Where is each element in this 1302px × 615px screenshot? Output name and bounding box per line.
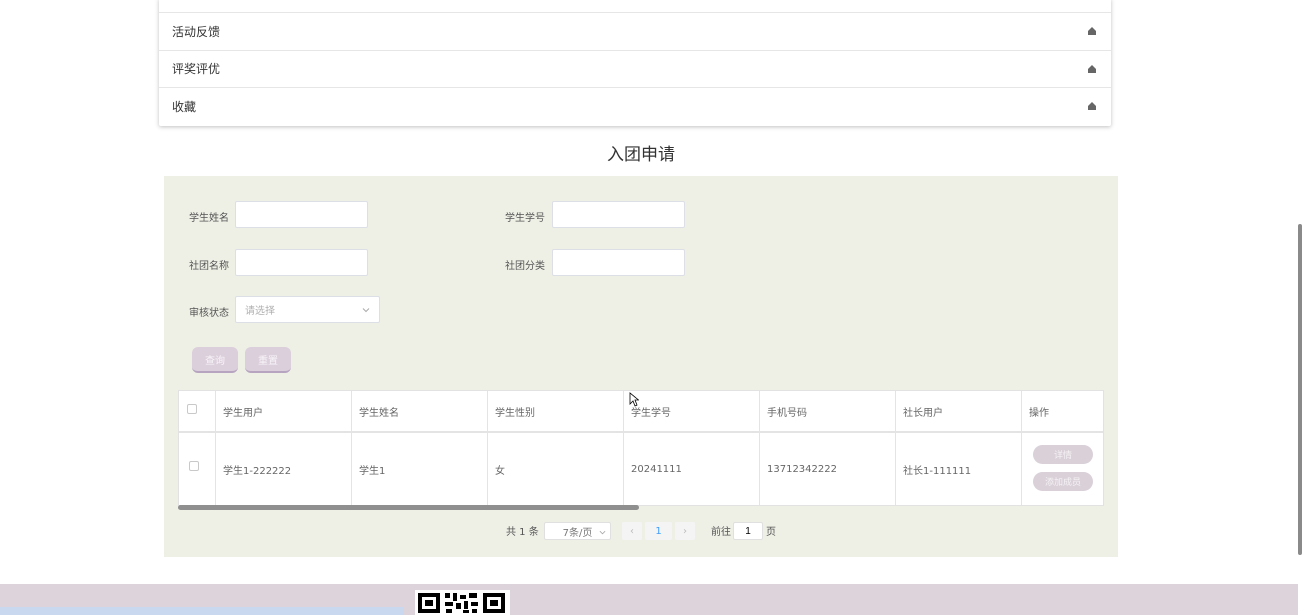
page-size-value: 7条/页 — [562, 527, 593, 539]
pagination-total: 共 1 条 — [506, 527, 539, 538]
cell-gender: 女 — [495, 465, 505, 477]
page-vertical-scrollbar[interactable] — [1298, 224, 1302, 555]
chevron-down-icon — [362, 308, 370, 313]
club-name-label: 社团名称 — [189, 261, 229, 272]
next-page-button[interactable]: › — [675, 522, 695, 540]
chevron-left-icon: ‹ — [630, 525, 634, 537]
menu-item-label: 评奖评优 — [172, 62, 221, 77]
club-category-input[interactable] — [552, 249, 685, 276]
select-all-checkbox[interactable] — [187, 404, 197, 414]
cell-student-user: 学生1-222222 — [223, 465, 292, 477]
chevron-down-icon — [599, 530, 606, 535]
cell-phone: 13712342222 — [767, 463, 837, 475]
detail-button[interactable]: 详情 — [1033, 445, 1093, 464]
audit-status-select[interactable]: 请选择 — [235, 296, 380, 323]
add-member-button[interactable]: 添加成员 — [1033, 472, 1093, 491]
menu-item-label: 活动反馈 — [172, 24, 221, 39]
reset-button[interactable]: 重置 — [245, 347, 291, 373]
home-icon — [1088, 102, 1096, 111]
club-category-label: 社团分类 — [505, 261, 545, 272]
cell-president-user: 社长1-111111 — [903, 465, 972, 477]
qr-code-icon — [415, 590, 510, 615]
student-name-input[interactable] — [235, 201, 368, 228]
header-student-user: 学生用户 — [223, 407, 263, 419]
prev-page-button[interactable]: ‹ — [622, 522, 642, 540]
menu-item-activity-feedback[interactable]: 活动反馈 — [159, 12, 1111, 50]
current-page[interactable]: 1 — [645, 522, 672, 540]
home-icon — [1088, 27, 1096, 36]
header-phone: 手机号码 — [767, 407, 807, 419]
page: 活动反馈 评奖评优 收藏 入团申请 学生姓名 学生学号 社团名称 社团分类 审核… — [0, 0, 1302, 615]
menu-item-favorites[interactable]: 收藏 — [159, 87, 1111, 125]
header-president-user: 社长用户 — [903, 407, 943, 419]
student-id-label: 学生学号 — [505, 213, 545, 224]
home-icon — [1088, 64, 1096, 73]
student-name-label: 学生姓名 — [189, 213, 229, 224]
header-student-id: 学生学号 — [631, 407, 671, 419]
select-placeholder: 请选择 — [245, 306, 275, 317]
audit-status-label: 审核状态 — [189, 308, 229, 319]
cell-student-id: 20241111 — [631, 463, 682, 475]
menu-panel: 活动反馈 评奖评优 收藏 — [159, 0, 1111, 126]
goto-label: 前往 — [711, 527, 731, 538]
mouse-cursor-icon — [629, 392, 639, 407]
page-size-select[interactable]: 7条/页 — [544, 522, 611, 540]
search-panel: 学生姓名 学生学号 社团名称 社团分类 审核状态 请选择 查询 重置 学生用户 … — [164, 176, 1118, 557]
header-gender: 学生性别 — [495, 407, 535, 419]
student-id-input[interactable] — [552, 201, 685, 228]
menu-item-label: 收藏 — [172, 99, 197, 114]
menu-item-awards[interactable]: 评奖评优 — [159, 49, 1111, 88]
data-table: 学生用户 学生姓名 学生性别 学生学号 手机号码 社长用户 操作 学生1-222… — [178, 390, 1104, 506]
club-name-input[interactable] — [235, 249, 368, 276]
chevron-right-icon: › — [683, 525, 687, 537]
footer-strip — [0, 607, 404, 615]
menu-item-top[interactable] — [159, 0, 1111, 12]
cell-student-name: 学生1 — [359, 465, 386, 477]
goto-page-input[interactable] — [733, 522, 763, 540]
page-title: 入团申请 — [607, 145, 675, 165]
header-actions: 操作 — [1029, 407, 1049, 419]
query-button[interactable]: 查询 — [192, 347, 238, 373]
row-checkbox[interactable] — [189, 461, 199, 471]
table-horizontal-scrollbar[interactable] — [178, 505, 639, 510]
header-student-name: 学生姓名 — [359, 407, 399, 419]
page-suffix: 页 — [766, 527, 776, 538]
